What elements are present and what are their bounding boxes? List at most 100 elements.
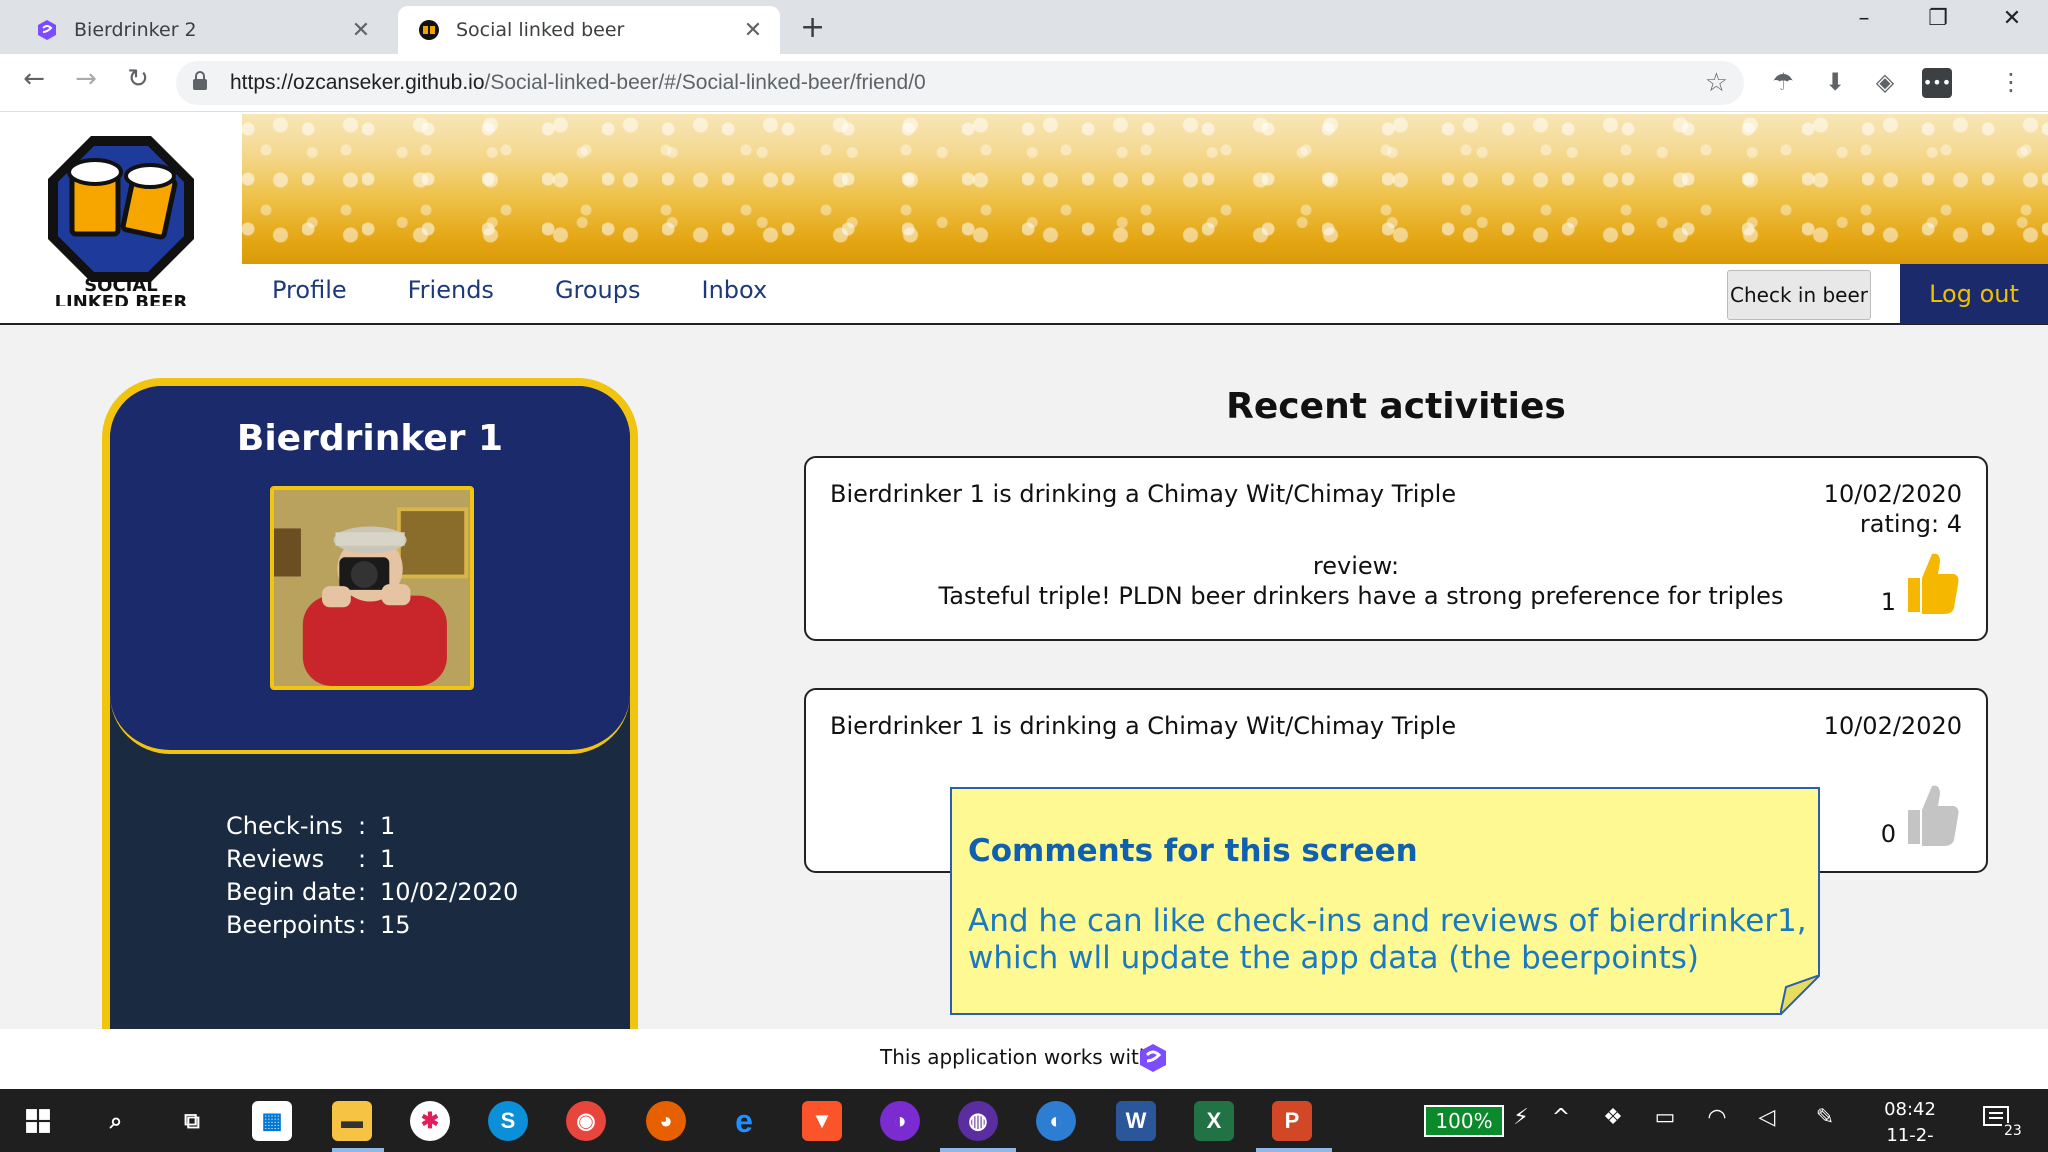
new-tab-icon[interactable]: + [800,10,825,45]
plug-icon: ⚡ [1513,1105,1529,1130]
activity-text: Bierdrinker 1 is drinking a Chimay Wit/C… [830,480,1457,508]
social-linked-beer-logo[interactable]: SOCIAL LINKED BEER [46,136,196,313]
logo-graphic: SOCIAL LINKED BEER [48,136,194,313]
footer-text: This application works with [880,1045,1152,1069]
slack-icon[interactable]: ✱ [410,1101,450,1141]
battery-indicator[interactable]: 100% [1424,1105,1504,1137]
profile-stats: Check-ins:1 Reviews:1 Begin date:10/02/2… [226,810,518,942]
thumbs-up-icon[interactable] [1902,550,1960,616]
stat-label: Reviews [226,845,325,873]
store-icon[interactable]: ▦ [252,1101,292,1141]
close-tab-icon[interactable]: ✕ [350,18,372,43]
nav-inbox[interactable]: Inbox [702,276,768,304]
browser-toolbar: ← → ↻ https://ozcanseker.github.io/Socia… [0,54,2048,112]
volume-icon[interactable]: ◁ [1752,1105,1782,1130]
wifi-icon[interactable]: ◠ [1702,1105,1732,1130]
profile-card-header: Bierdrinker 1 [110,386,630,754]
close-window-icon[interactable]: ✕ [1992,6,2032,31]
minimize-icon[interactable]: – [1844,6,1884,31]
edge-icon[interactable]: e [724,1101,764,1141]
avatar-photo [274,490,470,686]
stat-separator: : [358,812,367,840]
lock-icon [192,71,212,95]
brave-icon[interactable]: ▼ [802,1101,842,1141]
note-body: And he can like check-ins and reviews of… [968,903,1807,976]
browser-tab-bierdrinker2[interactable]: Bierdrinker 2 ✕ [16,6,388,54]
skype-icon[interactable]: S [488,1101,528,1141]
log-out-button[interactable]: Log out [1900,264,2048,324]
solid-logo-icon[interactable] [1138,1043,1168,1073]
browser-app-icon[interactable]: ◍ [958,1101,998,1141]
tor-icon[interactable]: ◑ [880,1101,920,1141]
clock-time: 08:42 [1884,1099,1936,1120]
password-manager-icon[interactable]: ••• [1922,68,1952,98]
stat-row-beerpoints: Beerpoints:15 [226,909,518,942]
stat-row-begin-date: Begin date:10/02/2020 [226,876,518,909]
beer-foam-banner [242,114,2048,264]
stat-label: Begin date [226,878,357,906]
stat-label: Beerpoints [226,911,356,939]
chrome-icon[interactable]: ◉ [566,1101,606,1141]
firefox-icon[interactable]: ◕ [646,1101,686,1141]
stat-separator: : [358,845,367,873]
battery-tray-icon[interactable]: ▭ [1650,1105,1680,1130]
windows-taskbar: ⌕ ⧉ ▦ ▬ ✱ S ◉ ◕ e ▼ ◑ ◍ ◐ W X P 100% ⚡ ^… [0,1089,2048,1152]
nav-profile[interactable]: Profile [272,276,347,304]
activity-date: 10/02/2020 [1823,480,1962,508]
check-in-beer-button[interactable]: Check in beer [1727,270,1871,320]
stat-separator: : [358,911,367,939]
stat-value: 10/02/2020 [380,878,519,906]
profile-card: Bierdrinker 1 Check-ins:1 Reviews:1 Begi… [102,378,638,1038]
nav-friends[interactable]: Friends [408,276,494,304]
chevron-up-icon[interactable]: ^ [1546,1105,1576,1130]
restore-icon[interactable]: ❐ [1918,6,1958,31]
download-icon[interactable]: ⬇ [1820,68,1850,98]
like-count: 1 [1880,588,1896,616]
main-nav: Profile Friends Groups Inbox [272,276,767,304]
note-folded-corner [1780,975,1820,1015]
browser-tab-social-linked-beer[interactable]: Social linked beer ✕ [398,6,780,54]
profile-name: Bierdrinker 1 [236,418,504,459]
activity-rating: rating: 4 [1859,510,1962,538]
nav-groups[interactable]: Groups [555,276,641,304]
active-app-indicator [1256,1148,1332,1152]
menu-dots-icon[interactable]: ⋮ [1996,68,2026,98]
address-bar[interactable]: https://ozcanseker.github.io/Social-link… [176,61,1744,105]
stat-value: 1 [380,812,396,840]
tab-title: Social linked beer [456,19,625,41]
taskbar-clock[interactable]: 08:42 11-2-2020 [1864,1097,1956,1152]
thumbs-up-icon[interactable] [1902,782,1960,848]
stat-value: 15 [380,911,411,939]
stat-row-reviews: Reviews:1 [226,843,518,876]
pocket-icon[interactable]: ◈ [1870,68,1900,98]
url-path: /Social-linked-beer/#/Social-linked-beer… [484,71,926,94]
forward-icon[interactable]: → [68,64,104,94]
activity-date: 10/02/2020 [1823,712,1962,740]
note-title: Comments for this screen [968,833,1418,869]
tab-title: Bierdrinker 2 [74,19,197,41]
notification-center-icon[interactable]: 23 [1982,1103,2024,1139]
stat-separator: : [358,878,367,906]
umbrella-extension-icon[interactable]: ☂ [1768,68,1798,98]
powerpoint-icon[interactable]: P [1272,1101,1312,1141]
file-explorer-icon[interactable]: ▬ [332,1101,372,1141]
bookmark-star-icon[interactable]: ☆ [1705,68,1728,98]
stat-label: Check-ins [226,812,343,840]
back-icon[interactable]: ← [16,64,52,94]
solid-app-icon [38,20,56,40]
excel-icon[interactable]: X [1194,1101,1234,1141]
profile-avatar [270,486,474,690]
activity-text: Bierdrinker 1 is drinking a Chimay Wit/C… [830,712,1457,740]
close-tab-icon[interactable]: ✕ [742,18,764,43]
reload-icon[interactable]: ↻ [120,64,156,94]
windows-start-icon[interactable] [18,1101,58,1141]
review-text: Tasteful triple! PLDN beer drinkers have… [938,582,1784,610]
activity-item: Bierdrinker 1 is drinking a Chimay Wit/C… [804,456,1988,641]
word-icon[interactable]: W [1116,1101,1156,1141]
dropbox-icon[interactable]: ❖ [1598,1105,1628,1130]
pen-icon[interactable]: ✎ [1810,1105,1840,1130]
browser-tab-bar: Bierdrinker 2 ✕ Social linked beer ✕ + –… [0,0,2048,54]
search-icon[interactable]: ⌕ [96,1101,136,1141]
globe-app-icon[interactable]: ◐ [1036,1101,1076,1141]
task-view-icon[interactable]: ⧉ [172,1101,212,1141]
